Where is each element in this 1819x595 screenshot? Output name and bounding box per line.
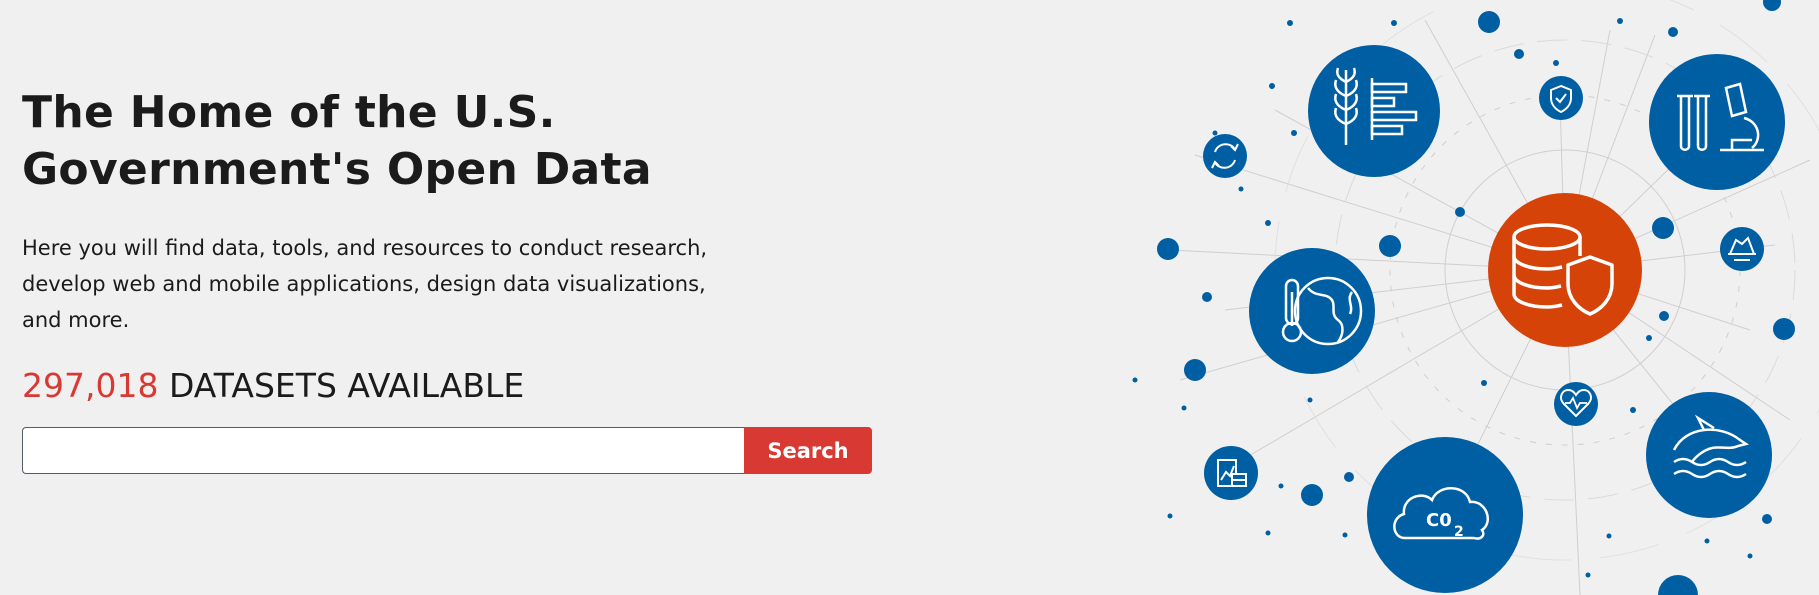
- climate-globe-icon: [1249, 248, 1375, 374]
- svg-text:2: 2: [1454, 524, 1464, 540]
- database-shield-icon: [1488, 193, 1642, 347]
- hero-section: The Home of the U.S. Government's Open D…: [0, 0, 1819, 595]
- dataset-count-number: 297,018: [22, 366, 159, 405]
- open-data-network-graphic: C0 2: [1132, 0, 1819, 595]
- hero-content: The Home of the U.S. Government's Open D…: [22, 84, 902, 474]
- finance-chart-icon: [1204, 446, 1258, 500]
- laboratory-icon: [1649, 54, 1785, 190]
- dataset-count-heading: 297,018 DATASETS AVAILABLE: [22, 362, 524, 410]
- co2-cloud-icon: C0 2: [1367, 437, 1523, 593]
- heart-health-icon: [1554, 382, 1598, 426]
- agriculture-data-icon: [1308, 45, 1440, 177]
- search-button[interactable]: Search: [744, 427, 872, 474]
- iceberg-icon: [1720, 227, 1764, 271]
- marine-dolphin-icon: [1646, 392, 1772, 518]
- dataset-count-label: DATASETS AVAILABLE: [168, 366, 525, 405]
- search-input[interactable]: [22, 427, 744, 474]
- svg-text:C0: C0: [1426, 510, 1452, 531]
- dataset-search-form: Search: [22, 427, 872, 474]
- hero-intro-text: Here you will find data, tools, and reso…: [22, 236, 708, 332]
- shield-check-icon: [1539, 76, 1583, 120]
- page-title: The Home of the U.S. Government's Open D…: [22, 87, 652, 195]
- recycle-icon: [1203, 134, 1247, 178]
